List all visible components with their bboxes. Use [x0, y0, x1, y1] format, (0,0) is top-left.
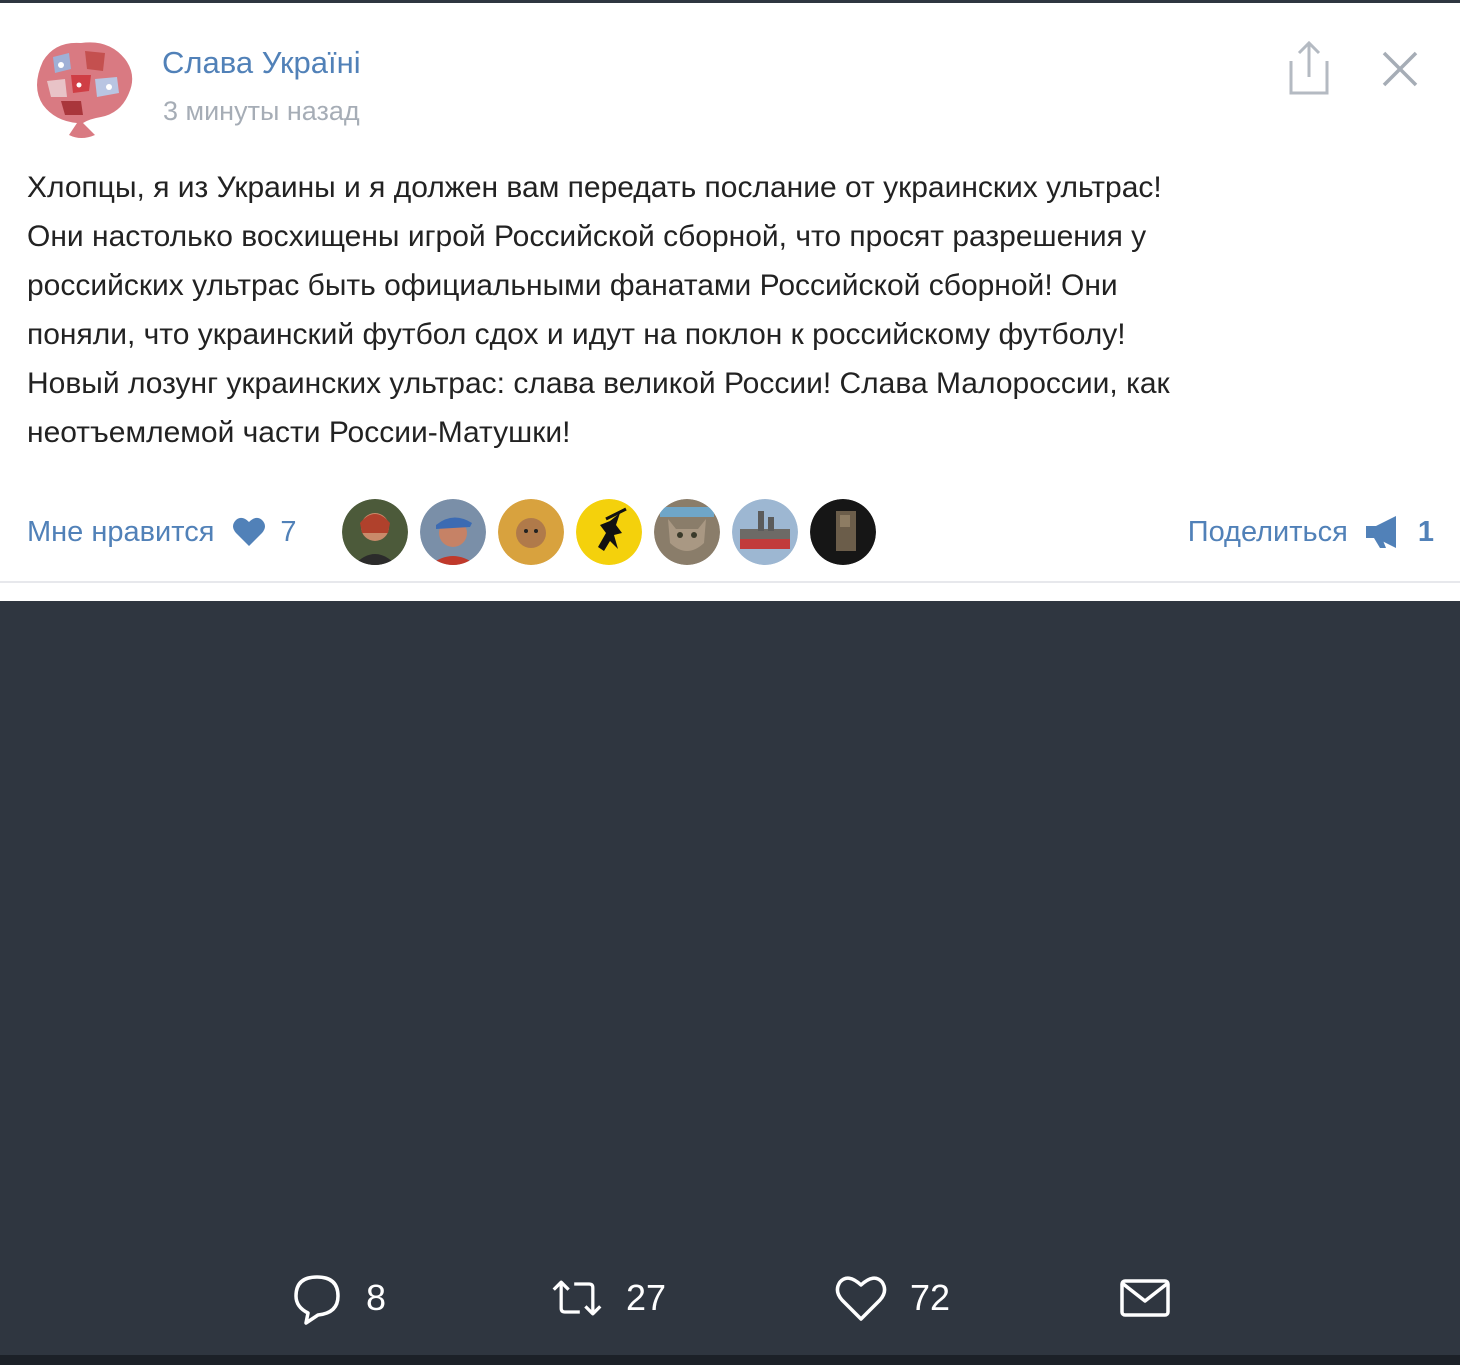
tweet-like-count: 72	[910, 1277, 951, 1318]
post-text-line: Новый лозунг украинских ультрас: слава в…	[27, 367, 1170, 400]
message-button[interactable]	[1118, 1262, 1172, 1334]
reply-button[interactable]: 8	[290, 1262, 386, 1334]
vk-post-card: Слава Україні 3 минуты назад Хлопцы, я и…	[0, 3, 1460, 601]
post-text-line: Они настолько восхищены игрой Российской…	[27, 220, 1147, 253]
retweet-count: 27	[626, 1277, 667, 1318]
heart-icon	[233, 517, 266, 546]
post-text-line: неотъемлемой части России-Матушки!	[27, 416, 571, 449]
reply-icon	[294, 1275, 340, 1325]
post-text-line: российских ультрас быть официальными фан…	[27, 269, 1118, 302]
heart-outline-icon	[835, 1276, 887, 1321]
liker-avatar[interactable]	[810, 499, 876, 565]
like-button[interactable]: Мне нравится 7	[27, 510, 297, 554]
reply-count: 8	[366, 1277, 387, 1318]
share-label: Поделиться	[1187, 515, 1348, 548]
bottom-strip	[0, 1355, 1460, 1365]
liker-avatar[interactable]	[498, 499, 564, 565]
share-icon[interactable]	[1283, 39, 1335, 97]
likers-avatars	[342, 499, 888, 567]
retweet-icon	[552, 1280, 602, 1316]
close-icon[interactable]	[1378, 47, 1422, 91]
liker-avatar[interactable]	[732, 499, 798, 565]
post-timestamp[interactable]: 3 минуты назад	[163, 96, 360, 127]
megaphone-icon	[1365, 516, 1396, 548]
author-avatar[interactable]	[25, 31, 137, 143]
retweet-button[interactable]: 27	[550, 1262, 666, 1334]
envelope-icon	[1120, 1279, 1170, 1317]
card-divider	[0, 581, 1460, 583]
repost-button[interactable]: Поделиться 1	[1188, 510, 1434, 554]
post-text-line: поняли, что украинский футбол сдох и иду…	[27, 318, 1126, 351]
author-name[interactable]: Слава Україні	[162, 45, 361, 81]
liker-avatar[interactable]	[654, 499, 720, 565]
tweet-action-bar: 8 27 72	[0, 1262, 1460, 1334]
liker-avatar[interactable]	[576, 499, 642, 565]
like-tweet-button[interactable]: 72	[834, 1262, 950, 1334]
liker-avatar[interactable]	[420, 499, 486, 565]
like-label: Мне нравится	[27, 515, 215, 548]
post-text-line: Хлопцы, я из Украины и я должен вам пере…	[27, 171, 1162, 204]
liker-avatar[interactable]	[342, 499, 408, 565]
like-count: 7	[280, 515, 297, 548]
share-count: 1	[1417, 515, 1434, 548]
post-text: Хлопцы, я из Украины и я должен вам пере…	[27, 163, 1442, 457]
